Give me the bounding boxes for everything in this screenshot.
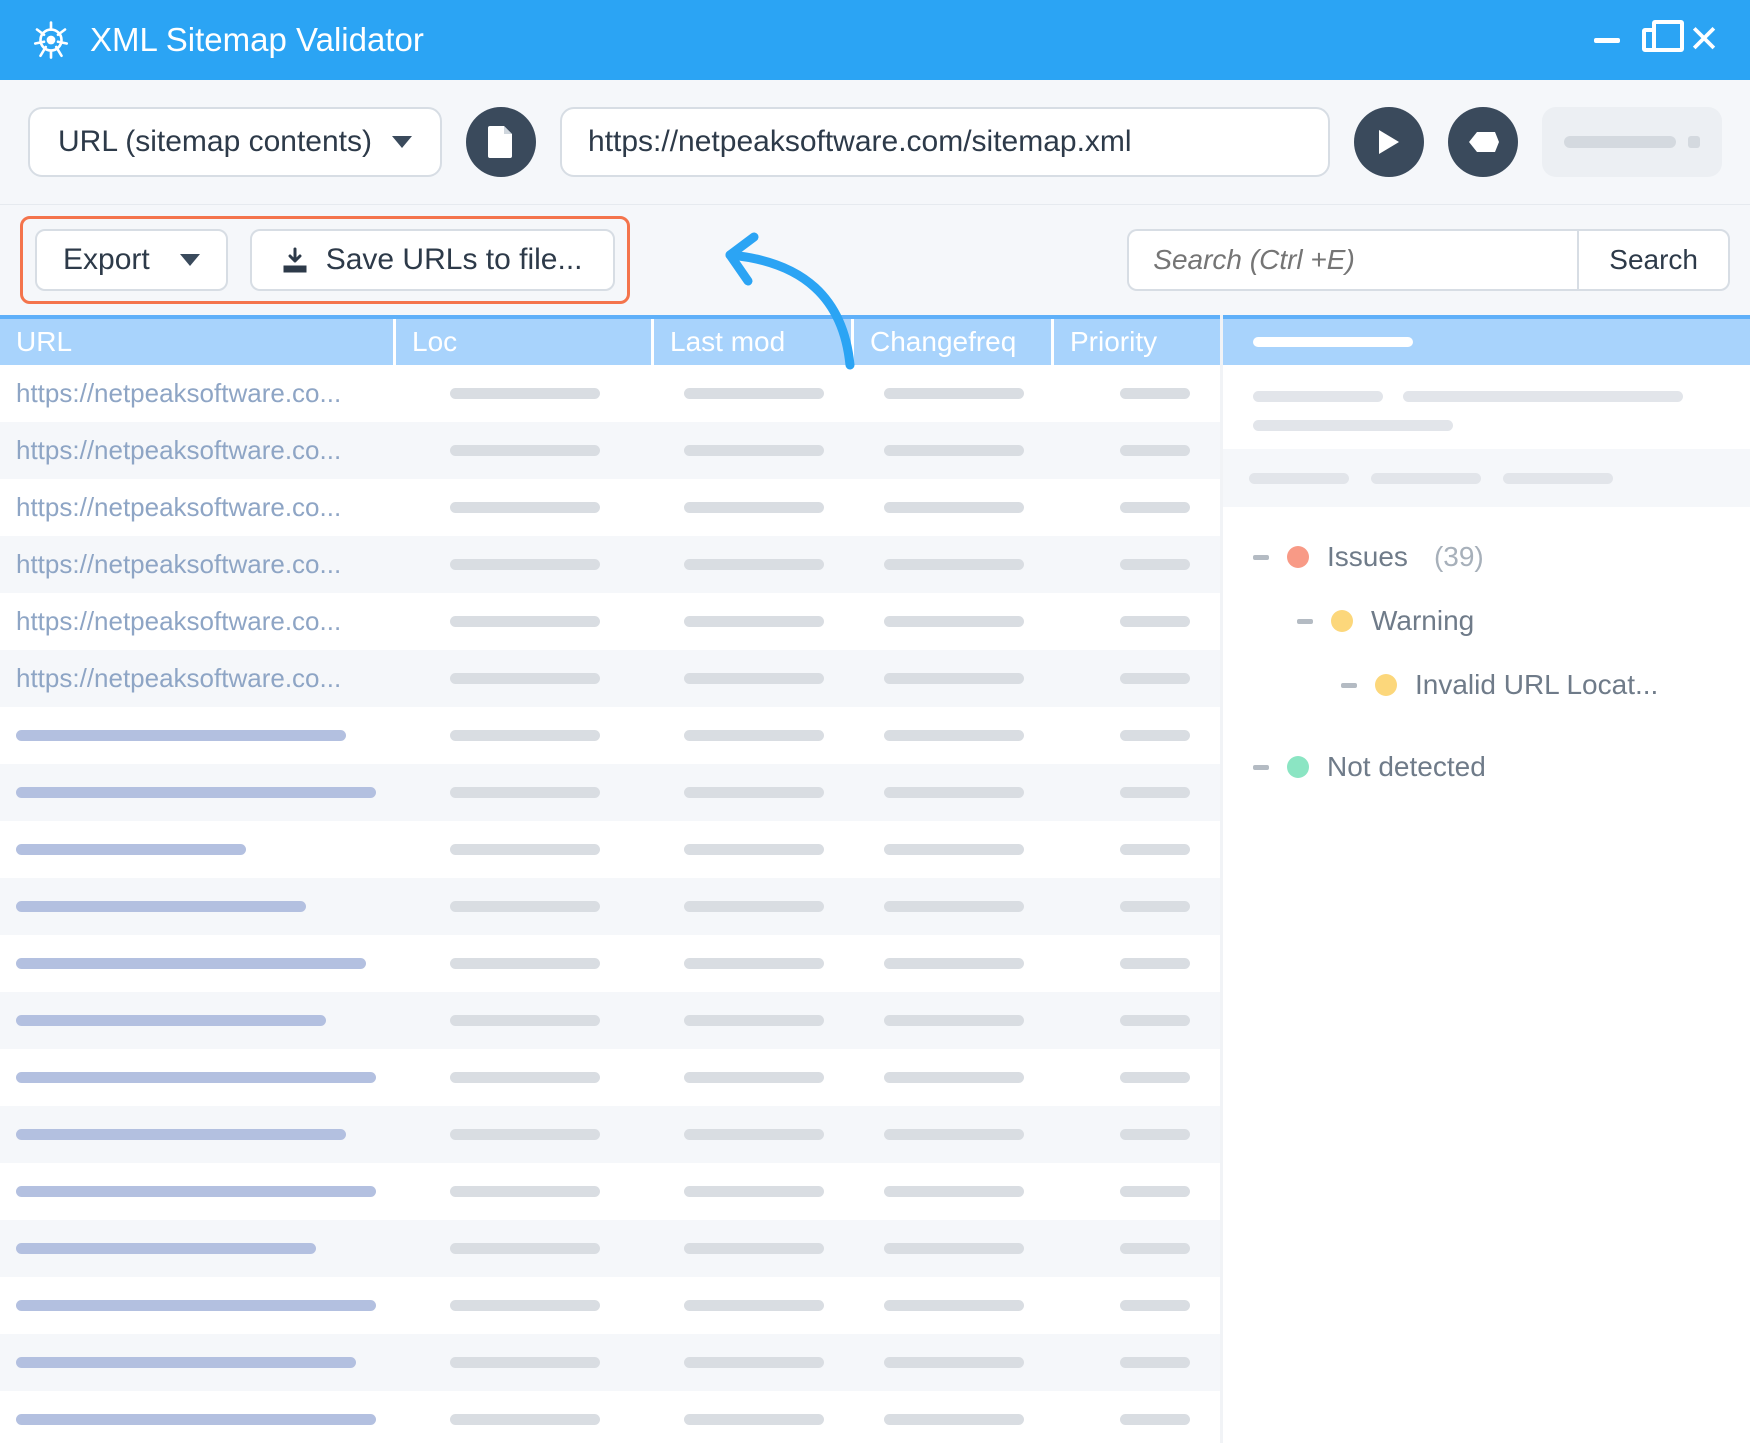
- play-icon: [1377, 128, 1401, 156]
- sidebar: Issues (39) Warning Invalid URL Locat...…: [1220, 315, 1750, 1443]
- url-value: https://netpeaksoftware.com/sitemap.xml: [588, 125, 1132, 159]
- sidebar-skeleton-block: [1223, 449, 1750, 507]
- url-cell: https://netpeaksoftware.co...: [16, 663, 341, 694]
- table-row[interactable]: https://netpeaksoftware.co...: [0, 422, 1220, 479]
- table-row[interactable]: [0, 1391, 1220, 1443]
- minimize-button[interactable]: [1594, 38, 1620, 43]
- collapse-icon: [1297, 619, 1313, 624]
- results-table: URL Loc Last mod Changefreq Priority htt…: [0, 315, 1220, 1443]
- search-button[interactable]: Search: [1577, 229, 1730, 291]
- green-dot-icon: [1287, 756, 1309, 778]
- export-dropdown[interactable]: Export: [35, 229, 228, 291]
- file-button[interactable]: [466, 107, 536, 177]
- yellow-dot-icon: [1375, 674, 1397, 696]
- yellow-dot-icon: [1331, 610, 1353, 632]
- url-input[interactable]: https://netpeaksoftware.com/sitemap.xml: [560, 107, 1330, 177]
- sidebar-item-warning[interactable]: Warning: [1253, 589, 1720, 653]
- eraser-icon: [1467, 130, 1499, 154]
- table-row[interactable]: [0, 764, 1220, 821]
- th-loc[interactable]: Loc: [396, 319, 654, 365]
- th-priority[interactable]: Priority: [1054, 319, 1220, 365]
- collapse-icon: [1341, 683, 1357, 688]
- sidebar-item-issues[interactable]: Issues (39): [1253, 525, 1720, 589]
- save-urls-button[interactable]: Save URLs to file...: [250, 229, 615, 291]
- table-row[interactable]: [0, 1334, 1220, 1391]
- url-cell: https://netpeaksoftware.co...: [16, 435, 341, 466]
- caret-down-icon: [392, 136, 412, 148]
- invalid-url-label: Invalid URL Locat...: [1415, 669, 1658, 701]
- url-cell: https://netpeaksoftware.co...: [16, 606, 341, 637]
- url-cell: https://netpeaksoftware.co...: [16, 549, 341, 580]
- table-row[interactable]: [0, 1049, 1220, 1106]
- issues-label: Issues: [1327, 541, 1408, 573]
- table-row[interactable]: [0, 821, 1220, 878]
- url-cell: https://netpeaksoftware.co...: [16, 378, 341, 409]
- highlight-annotation: Export Save URLs to file...: [20, 216, 630, 304]
- table-row[interactable]: [0, 1163, 1220, 1220]
- red-dot-icon: [1287, 546, 1309, 568]
- table-header: URL Loc Last mod Changefreq Priority: [0, 315, 1220, 365]
- titlebar: XML Sitemap Validator ✕: [0, 0, 1750, 80]
- table-row[interactable]: [0, 1277, 1220, 1334]
- clear-button[interactable]: [1448, 107, 1518, 177]
- table-row[interactable]: [0, 1106, 1220, 1163]
- sidebar-item-invalid-url[interactable]: Invalid URL Locat...: [1253, 653, 1720, 717]
- mode-dropdown-label: URL (sitemap contents): [58, 125, 372, 159]
- sidebar-header: [1223, 315, 1750, 365]
- collapse-icon: [1253, 555, 1269, 560]
- caret-down-icon: [180, 254, 200, 266]
- export-label: Export: [63, 243, 150, 277]
- url-cell: https://netpeaksoftware.co...: [16, 492, 341, 523]
- app-spider-icon: [30, 19, 72, 61]
- table-row[interactable]: https://netpeaksoftware.co...: [0, 593, 1220, 650]
- maximize-button[interactable]: [1642, 28, 1666, 52]
- issues-count: (39): [1434, 541, 1484, 573]
- sidebar-item-not-detected[interactable]: Not detected: [1253, 735, 1720, 799]
- main-toolbar: URL (sitemap contents) https://netpeakso…: [0, 80, 1750, 205]
- mode-dropdown[interactable]: URL (sitemap contents): [28, 107, 442, 177]
- ghost-button[interactable]: [1542, 107, 1722, 177]
- collapse-icon: [1253, 765, 1269, 770]
- sub-toolbar: Export Save URLs to file... Search: [0, 205, 1750, 315]
- table-row[interactable]: [0, 707, 1220, 764]
- th-lastmod[interactable]: Last mod: [654, 319, 854, 365]
- file-icon: [488, 126, 514, 158]
- table-row[interactable]: https://netpeaksoftware.co...: [0, 365, 1220, 422]
- table-row[interactable]: [0, 878, 1220, 935]
- warning-label: Warning: [1371, 605, 1474, 637]
- table-row[interactable]: https://netpeaksoftware.co...: [0, 536, 1220, 593]
- table-row[interactable]: [0, 1220, 1220, 1277]
- table-row[interactable]: https://netpeaksoftware.co...: [0, 479, 1220, 536]
- th-url[interactable]: URL: [0, 319, 396, 365]
- download-icon: [282, 247, 308, 273]
- not-detected-label: Not detected: [1327, 751, 1486, 783]
- save-urls-label: Save URLs to file...: [326, 243, 583, 277]
- table-row[interactable]: [0, 992, 1220, 1049]
- table-row[interactable]: [0, 935, 1220, 992]
- run-button[interactable]: [1354, 107, 1424, 177]
- th-changefreq[interactable]: Changefreq: [854, 319, 1054, 365]
- table-row[interactable]: https://netpeaksoftware.co...: [0, 650, 1220, 707]
- search-input[interactable]: [1127, 229, 1577, 291]
- app-title: XML Sitemap Validator: [90, 21, 424, 59]
- close-button[interactable]: ✕: [1688, 28, 1720, 52]
